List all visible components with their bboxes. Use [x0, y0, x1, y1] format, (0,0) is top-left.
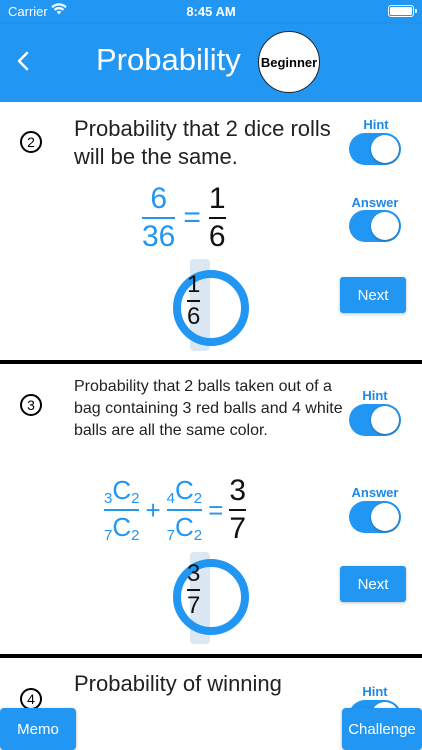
problem-card: 3 Probability that 2 balls taken out of … — [0, 364, 422, 658]
answer-label: Answer — [351, 195, 399, 210]
plus-sign: + — [145, 494, 161, 525]
answer-formula: 6 36 = 1 6 — [142, 184, 226, 252]
fraction-numerator: 3C2 — [104, 475, 140, 507]
formula-fraction: 6 36 — [142, 182, 176, 253]
toggle-knob — [371, 135, 399, 163]
equals-sign: = — [208, 494, 224, 525]
fraction-denominator: 7 — [229, 512, 246, 545]
status-time: 8:45 AM — [186, 4, 236, 19]
fraction-denominator: 6 — [187, 303, 201, 330]
hint-toggle[interactable] — [349, 133, 401, 165]
next-button[interactable]: Next — [340, 566, 406, 602]
answer-toggle[interactable] — [349, 501, 401, 533]
problem-number: 4 — [20, 688, 42, 710]
fraction-denominator: 7C2 — [166, 512, 203, 544]
hint-label: Hint — [362, 388, 388, 403]
scratch-ring — [173, 559, 249, 635]
hint-label: Hint — [363, 117, 389, 132]
problem-question: Probability that 2 balls taken out of a … — [74, 378, 343, 439]
challenge-button[interactable]: Challenge — [342, 708, 422, 750]
formula-fraction: 4C2 7C2 — [166, 475, 203, 544]
problem-card: 2 Probability that 2 dice rolls will be … — [0, 102, 422, 364]
memo-button[interactable]: Memo — [0, 708, 76, 750]
toggle-knob — [371, 503, 399, 531]
toggle-knob — [371, 212, 399, 240]
fraction-numerator: 3 — [229, 474, 246, 507]
hint-toggle[interactable] — [349, 404, 401, 436]
problem-list[interactable]: 2 Probability that 2 dice rolls will be … — [0, 102, 422, 750]
fraction-numerator: 3 — [187, 560, 201, 587]
fraction-bar — [166, 509, 203, 511]
chevron-left-icon[interactable] — [10, 46, 38, 76]
battery-icon — [388, 5, 417, 17]
answer-toggle[interactable] — [349, 210, 401, 242]
toggle-knob — [371, 406, 399, 434]
fraction-bar — [229, 509, 246, 511]
problem-question: Probability that 2 dice rolls will be th… — [74, 116, 331, 169]
problem-question: Probability of winning — [74, 671, 282, 696]
formula-fraction: 3C2 7C2 — [104, 475, 140, 544]
screen: Carrier 8:45 AM Probability Beginner 2 P… — [0, 0, 422, 750]
fraction-bar — [104, 509, 140, 511]
formula-fraction: 1 6 — [208, 182, 226, 253]
status-bar: Carrier 8:45 AM — [0, 0, 422, 24]
formula-fraction: 3 7 — [229, 476, 246, 544]
next-button[interactable]: Next — [340, 277, 406, 313]
fraction-numerator: 1 — [187, 271, 201, 298]
fraction-denominator: 36 — [142, 220, 176, 253]
scratch-answer[interactable]: 1 6 — [172, 259, 252, 355]
hint-label: Hint — [362, 684, 388, 699]
fraction-denominator: 7C2 — [104, 512, 140, 544]
page-title: Probability — [96, 42, 241, 77]
fraction-denominator: 6 — [208, 220, 226, 253]
fraction-bar — [187, 300, 201, 302]
scratch-ring — [173, 270, 249, 346]
fraction-denominator: 7 — [187, 592, 201, 619]
scratch-answer[interactable]: 3 7 — [172, 552, 252, 648]
level-badge: Beginner — [258, 31, 320, 93]
equals-sign: = — [183, 201, 201, 234]
problem-number: 3 — [20, 394, 42, 416]
scratch-fraction: 3 7 — [187, 560, 201, 619]
fraction-bar — [208, 217, 226, 219]
fraction-bar — [142, 217, 176, 219]
scratch-fraction: 1 6 — [187, 271, 201, 330]
fraction-numerator: 6 — [150, 182, 168, 215]
fraction-numerator: 4C2 — [166, 475, 203, 507]
app-bar: Probability Beginner — [0, 24, 422, 102]
fraction-numerator: 1 — [208, 182, 226, 215]
fraction-bar — [187, 589, 201, 591]
answer-label: Answer — [351, 485, 399, 500]
problem-number: 2 — [20, 131, 42, 153]
answer-formula: 3C2 7C2 + 4C2 7C2 = 3 7 — [104, 476, 246, 544]
